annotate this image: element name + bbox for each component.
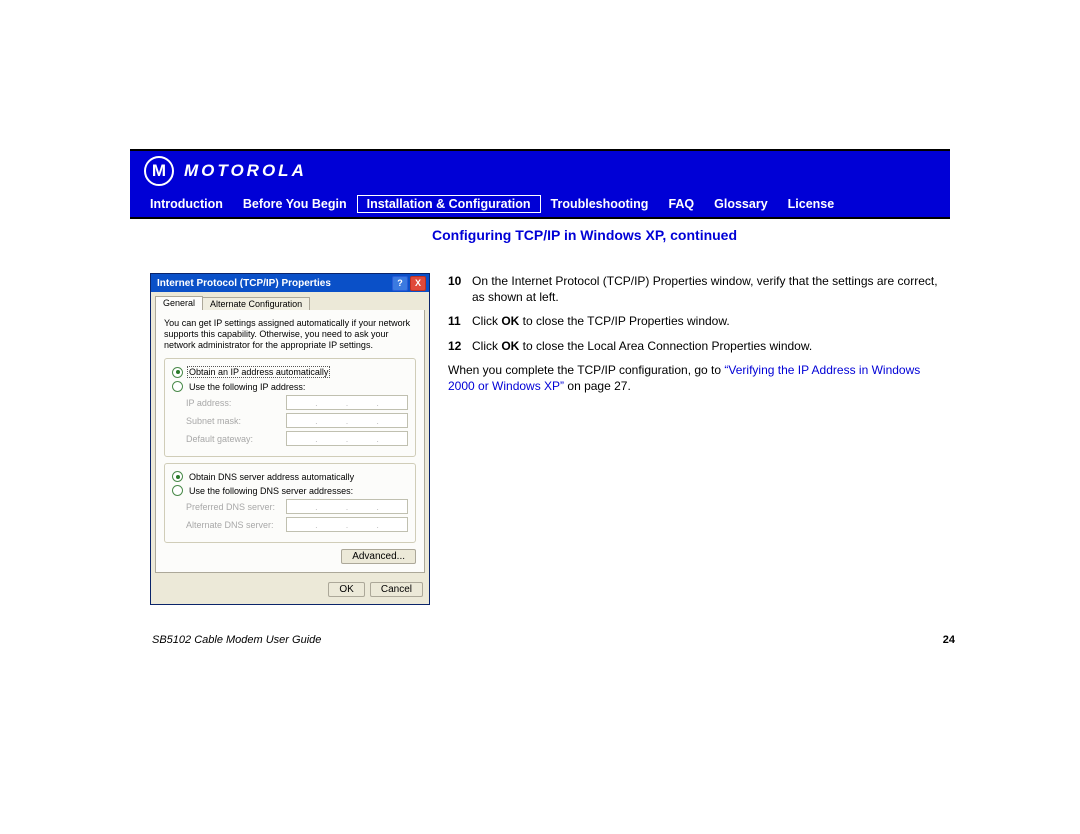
nav-license[interactable]: License — [778, 195, 845, 213]
step-number: 12 — [448, 338, 472, 354]
radio-obtain-dns[interactable]: Obtain DNS server address automatically — [172, 471, 408, 482]
step-11-text: Click OK to close the TCP/IP Properties … — [472, 313, 950, 329]
radio-dot-icon — [172, 381, 183, 392]
radio-dot-icon — [172, 471, 183, 482]
label-default-gateway: Default gateway: — [186, 434, 253, 444]
radio-dot-icon — [172, 367, 183, 378]
dialog-tabs: General Alternate Configuration — [151, 292, 429, 310]
motorola-logo-icon: M — [144, 156, 174, 186]
tab-general[interactable]: General — [155, 296, 203, 310]
nav-faq[interactable]: FAQ — [658, 195, 704, 213]
radio-use-dns[interactable]: Use the following DNS server addresses: — [172, 485, 408, 496]
label-ip-address: IP address: — [186, 398, 231, 408]
close-icon[interactable]: X — [410, 276, 426, 291]
footer-guide-title: SB5102 Cable Modem User Guide — [152, 634, 321, 646]
label-preferred-dns: Preferred DNS server: — [186, 502, 275, 512]
label-alternate-dns: Alternate DNS server: — [186, 520, 274, 530]
step-number: 10 — [448, 273, 472, 305]
ok-button[interactable]: OK — [328, 582, 364, 597]
nav-glossary[interactable]: Glossary — [704, 195, 778, 213]
subnet-mask-field: ... — [286, 413, 408, 428]
advanced-button[interactable]: Advanced... — [341, 549, 416, 564]
radio-use-ip[interactable]: Use the following IP address: — [172, 381, 408, 392]
tab-alternate[interactable]: Alternate Configuration — [202, 297, 310, 310]
step-10-text: On the Internet Protocol (TCP/IP) Proper… — [472, 273, 950, 305]
completion-text: When you complete the TCP/IP configurati… — [448, 362, 950, 394]
nav-introduction[interactable]: Introduction — [140, 195, 233, 213]
dialog-description: You can get IP settings assigned automat… — [164, 318, 416, 350]
section-title: Configuring TCP/IP in Windows XP, contin… — [432, 227, 950, 243]
nav-bar: Introduction Before You Begin Installati… — [130, 193, 950, 217]
logo-letter: M — [152, 161, 166, 181]
nav-installation-configuration[interactable]: Installation & Configuration — [357, 195, 541, 213]
cancel-button[interactable]: Cancel — [370, 582, 423, 597]
header-banner: M MOTOROLA Introduction Before You Begin… — [130, 149, 950, 219]
tcpip-properties-dialog: Internet Protocol (TCP/IP) Properties ? … — [150, 273, 430, 605]
tab-panel: You can get IP settings assigned automat… — [155, 310, 425, 573]
dialog-title: Internet Protocol (TCP/IP) Properties — [157, 278, 331, 289]
instructions: 10 On the Internet Protocol (TCP/IP) Pro… — [448, 273, 950, 402]
brand-name: MOTOROLA — [184, 161, 307, 181]
step-number: 11 — [448, 313, 472, 329]
label-subnet-mask: Subnet mask: — [186, 416, 241, 426]
preferred-dns-field: ... — [286, 499, 408, 514]
alternate-dns-field: ... — [286, 517, 408, 532]
step-12-text: Click OK to close the Local Area Connect… — [472, 338, 950, 354]
ip-group: Obtain an IP address automatically Use t… — [164, 358, 416, 457]
radio-dot-icon — [172, 485, 183, 496]
radio-obtain-ip[interactable]: Obtain an IP address automatically — [172, 366, 408, 378]
nav-before-you-begin[interactable]: Before You Begin — [233, 195, 357, 213]
help-icon[interactable]: ? — [392, 276, 408, 291]
nav-troubleshooting[interactable]: Troubleshooting — [541, 195, 659, 213]
footer-page-number: 24 — [943, 634, 955, 646]
dns-group: Obtain DNS server address automatically … — [164, 463, 416, 543]
dialog-titlebar: Internet Protocol (TCP/IP) Properties ? … — [151, 274, 429, 292]
ip-address-field: ... — [286, 395, 408, 410]
page-footer: SB5102 Cable Modem User Guide 24 — [152, 634, 955, 646]
default-gateway-field: ... — [286, 431, 408, 446]
